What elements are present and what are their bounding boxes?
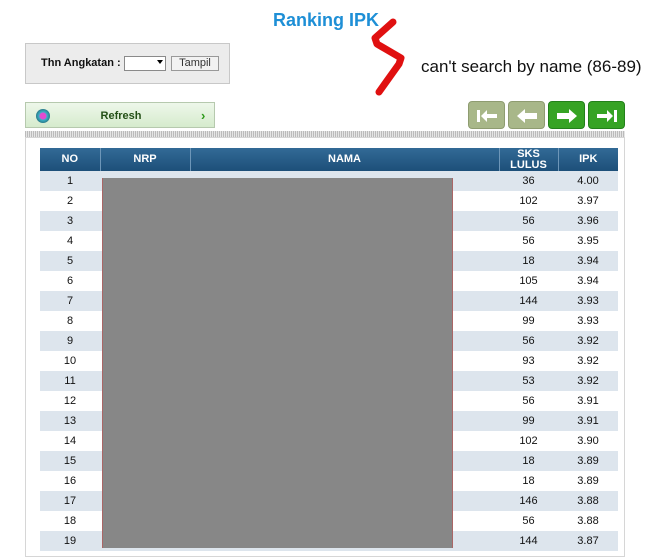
next-page-icon	[557, 109, 577, 123]
red-annotation-arrow	[371, 18, 405, 96]
first-page-icon	[477, 110, 497, 122]
show-button[interactable]: Tampil	[171, 56, 219, 71]
column-header-no[interactable]: NO	[40, 148, 101, 171]
cell-sks: 105	[499, 271, 558, 291]
cell-no: 12	[40, 391, 100, 411]
cell-ipk: 3.91	[558, 411, 618, 431]
dropdown-arrow-icon	[157, 60, 163, 64]
cell-no: 16	[40, 471, 100, 491]
cell-ipk: 3.92	[558, 331, 618, 351]
cell-ipk: 3.95	[558, 231, 618, 251]
cell-ipk: 3.89	[558, 451, 618, 471]
cell-no: 7	[40, 291, 100, 311]
sks-header-line2: LULUS	[510, 158, 547, 171]
page-title: Ranking IPK	[272, 10, 379, 30]
redacted-area	[102, 178, 453, 548]
cell-no: 14	[40, 431, 100, 451]
cell-no: 9	[40, 331, 100, 351]
cell-ipk: 3.88	[558, 491, 618, 511]
cell-sks: 53	[499, 371, 558, 391]
column-header-sks[interactable]: SKS LULUS	[499, 148, 559, 171]
annotation-text: can't search by name (86-89)	[421, 57, 642, 76]
cell-ipk: 3.93	[558, 311, 618, 331]
column-header-ipk[interactable]: IPK	[558, 148, 618, 171]
cell-no: 19	[40, 531, 100, 551]
cell-no: 4	[40, 231, 100, 251]
prev-page-icon	[517, 109, 537, 123]
cell-ipk: 3.89	[558, 471, 618, 491]
cell-sks: 99	[499, 411, 558, 431]
year-select[interactable]	[124, 56, 166, 71]
refresh-label: Refresh	[100, 110, 142, 122]
next-page-button[interactable]	[548, 101, 585, 129]
cell-sks: 18	[499, 251, 558, 271]
cell-ipk: 3.88	[558, 511, 618, 531]
cell-sks: 56	[499, 331, 558, 351]
cell-sks: 18	[499, 451, 558, 471]
cell-ipk: 3.94	[558, 271, 618, 291]
column-header-nrp[interactable]: NRP	[100, 148, 191, 171]
cell-ipk: 3.92	[558, 371, 618, 391]
prev-page-button[interactable]	[508, 101, 545, 129]
cell-sks: 144	[499, 531, 558, 551]
year-filter-panel: Thn Angkatan : Tampil	[25, 43, 230, 84]
cell-no: 10	[40, 351, 100, 371]
cell-sks: 18	[499, 471, 558, 491]
cell-no: 13	[40, 411, 100, 431]
cell-ipk: 3.94	[558, 251, 618, 271]
refresh-button[interactable]: Refresh ›	[25, 102, 215, 128]
cell-sks: 146	[499, 491, 558, 511]
cell-ipk: 3.91	[558, 391, 618, 411]
cell-no: 8	[40, 311, 100, 331]
cell-ipk: 3.97	[558, 191, 618, 211]
cell-ipk: 3.92	[558, 351, 618, 371]
cell-no: 5	[40, 251, 100, 271]
column-header-nama[interactable]: NAMA	[190, 148, 500, 171]
cell-sks: 102	[499, 191, 558, 211]
first-page-button[interactable]	[468, 101, 505, 129]
last-page-button[interactable]	[588, 101, 625, 129]
cell-ipk: 3.90	[558, 431, 618, 451]
cell-no: 15	[40, 451, 100, 471]
cell-no: 1	[40, 171, 100, 191]
cell-sks: 102	[499, 431, 558, 451]
cell-sks: 99	[499, 311, 558, 331]
cell-no: 6	[40, 271, 100, 291]
last-page-icon	[597, 110, 617, 122]
cell-no: 3	[40, 211, 100, 231]
cell-sks: 56	[499, 211, 558, 231]
cell-no: 2	[40, 191, 100, 211]
cell-ipk: 3.96	[558, 211, 618, 231]
table-header-row: NO NRP NAMA SKS LULUS IPK	[40, 148, 618, 171]
cell-ipk: 3.87	[558, 531, 618, 551]
cell-sks: 56	[499, 391, 558, 411]
cell-sks: 56	[499, 231, 558, 251]
cell-no: 11	[40, 371, 100, 391]
cell-no: 17	[40, 491, 100, 511]
cell-ipk: 3.93	[558, 291, 618, 311]
cell-ipk: 4.00	[558, 171, 618, 191]
year-filter-label: Thn Angkatan :	[41, 57, 121, 69]
cell-sks: 144	[499, 291, 558, 311]
cell-sks: 36	[499, 171, 558, 191]
cell-sks: 56	[499, 511, 558, 531]
cell-sks: 93	[499, 351, 558, 371]
cell-no: 18	[40, 511, 100, 531]
chevron-right-icon: ›	[201, 108, 206, 123]
